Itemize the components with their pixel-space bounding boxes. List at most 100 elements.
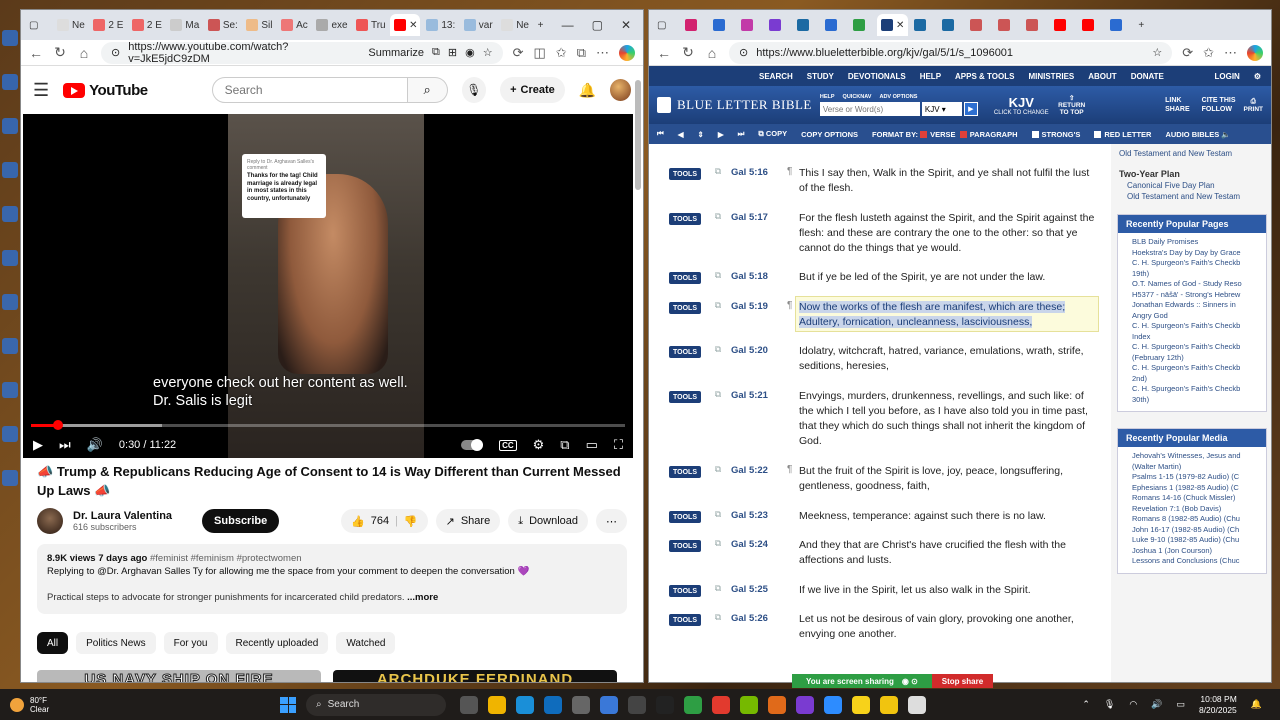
- sidebar-link[interactable]: C. H. Spurgeon's Faith's Checkb: [1132, 258, 1260, 269]
- chip-watched[interactable]: Watched: [336, 632, 396, 654]
- capcut-icon[interactable]: [656, 695, 674, 714]
- verse-ref[interactable]: Gal 5:19: [731, 301, 781, 330]
- sidebar-link[interactable]: John 16-17 (1982-85 Audio) (Ch: [1132, 525, 1260, 536]
- tab-r5[interactable]: [793, 14, 819, 36]
- miniplayer-icon[interactable]: ⧉: [560, 437, 569, 453]
- create-button[interactable]: + Create: [500, 77, 565, 103]
- favorites-icon-right[interactable]: ✩: [1203, 45, 1214, 61]
- edge-icon[interactable]: [516, 695, 534, 714]
- url-text[interactable]: https://www.youtube.com/watch?v=JkE5jdC9…: [128, 41, 352, 65]
- tab-r14[interactable]: [1050, 14, 1076, 36]
- copy-verse-icon[interactable]: ⧉: [711, 583, 725, 598]
- theater-mode-icon[interactable]: ▭: [586, 437, 598, 453]
- subscribe-button[interactable]: Subscribe: [202, 509, 280, 533]
- file-explorer-icon[interactable]: [488, 695, 506, 714]
- sidebar-link[interactable]: Luke 9-10 (1982-85 Audio) (Chu: [1132, 535, 1260, 546]
- blb-logo[interactable]: BLUE LETTER BIBLE: [657, 97, 812, 113]
- autoplay-toggle[interactable]: [461, 439, 484, 451]
- next-chapter-icon[interactable]: ▶: [718, 130, 724, 139]
- url-text-right[interactable]: https://www.blueletterbible.org/kjv/gal/…: [756, 47, 1013, 59]
- tab-actions-icon[interactable]: ▢: [25, 14, 51, 36]
- sidebar-link[interactable]: C. H. Spurgeon's Faith's Checkb: [1132, 363, 1260, 374]
- volume-tray-icon[interactable]: 🔊: [1151, 699, 1162, 710]
- tab-13[interactable]: Ne: [497, 14, 531, 36]
- sidebar-link[interactable]: BLB Daily Promises: [1132, 237, 1260, 248]
- tools-button[interactable]: TOOLS: [669, 346, 701, 358]
- youtube-logo[interactable]: YouTube: [63, 82, 148, 99]
- tools-button[interactable]: TOOLS: [669, 213, 701, 225]
- tools-button[interactable]: TOOLS: [669, 272, 701, 284]
- github-icon[interactable]: [628, 695, 646, 714]
- tools-button[interactable]: TOOLS: [669, 614, 701, 626]
- tab-r9[interactable]: [910, 14, 936, 36]
- tools-button[interactable]: TOOLS: [669, 540, 701, 552]
- notepad-icon[interactable]: [908, 695, 926, 714]
- login-link[interactable]: LOGIN: [1214, 72, 1239, 81]
- copy-verse-icon[interactable]: ⧉: [711, 612, 725, 642]
- plan-link[interactable]: Old Testament and New Testam: [1119, 191, 1265, 202]
- hashtags[interactable]: #feminist #feminism #protectwomen: [150, 553, 302, 564]
- sidebar-link[interactable]: Joshua 1 (Jon Courson): [1132, 546, 1260, 557]
- last-chapter-icon[interactable]: ⏭: [738, 129, 745, 139]
- app-purple-icon[interactable]: [796, 695, 814, 714]
- sidebar-link[interactable]: Ephesians 1 (1982-85 Audio) (C: [1132, 483, 1260, 494]
- return-to-top-button[interactable]: ⇧ RETURN TO TOP: [1057, 94, 1087, 116]
- sidebar-link[interactable]: Lessons and Conclusions (Chuc: [1132, 556, 1260, 567]
- captions-icon[interactable]: CC: [499, 439, 517, 451]
- sidebar-link[interactable]: H5377 - nāšā' - Strong's Hebrew: [1132, 290, 1260, 301]
- camera-icon[interactable]: [572, 695, 590, 714]
- desktop-icons[interactable]: [0, 30, 20, 514]
- tab-8[interactable]: exe: [312, 14, 350, 36]
- sidebar-link[interactable]: Romans 8 (1982-85 Audio) (Chu: [1132, 514, 1260, 525]
- tools-button[interactable]: TOOLS: [669, 391, 701, 403]
- search-input[interactable]: [211, 77, 408, 103]
- sidebar-link[interactable]: 30th): [1132, 395, 1260, 406]
- play-icon[interactable]: ▶: [33, 437, 43, 453]
- print-button[interactable]: ⎙ PRINT: [1244, 98, 1264, 113]
- microphone-tray-icon[interactable]: 🎙: [1104, 699, 1115, 710]
- tools-button[interactable]: TOOLS: [669, 168, 701, 180]
- copy-verse-icon[interactable]: ⧉: [711, 211, 725, 256]
- next-icon[interactable]: ⏭: [59, 437, 71, 453]
- sidebar-link[interactable]: C. H. Spurgeon's Faith's Checkb: [1132, 384, 1260, 395]
- thumbs-up-icon[interactable]: 👍: [351, 515, 365, 528]
- close-window-icon[interactable]: ✕: [621, 18, 631, 32]
- sidebar-link[interactable]: (Walter Martin): [1132, 462, 1260, 473]
- share-button[interactable]: ↗ Share: [435, 509, 501, 533]
- menu-dots-icon-right[interactable]: ⋯: [1224, 45, 1237, 61]
- sticky-notes-icon[interactable]: [852, 695, 870, 714]
- page-scrollbar[interactable]: [635, 80, 641, 190]
- tab-r1[interactable]: [681, 14, 707, 36]
- tab-r6[interactable]: [821, 14, 847, 36]
- tab-7[interactable]: Ac: [277, 14, 310, 36]
- weather-widget[interactable]: 80°F Clear: [0, 696, 280, 714]
- plan-link[interactable]: Canonical Five Day Plan: [1119, 180, 1265, 191]
- nav-about[interactable]: ABOUT: [1088, 72, 1116, 81]
- settings-gear-icon[interactable]: ⚙: [533, 437, 545, 453]
- tab-9[interactable]: Tru: [352, 14, 388, 36]
- sidebar-link[interactable]: Revelation 7:1 (Bob Davis): [1132, 504, 1260, 515]
- verse-search-input[interactable]: [819, 102, 920, 116]
- download-button[interactable]: ⤓ Download: [508, 509, 588, 533]
- more-actions-icon[interactable]: ⋯: [596, 509, 627, 533]
- wifi-icon[interactable]: ◠: [1129, 699, 1137, 710]
- collections-icon[interactable]: ⧉: [577, 45, 586, 61]
- app-yellow-icon[interactable]: [880, 695, 898, 714]
- nav-devotionals[interactable]: DEVOTIONALS: [848, 72, 906, 81]
- translate-icon[interactable]: ⧉: [432, 46, 440, 59]
- verse-ref[interactable]: Gal 5:23: [731, 510, 781, 524]
- tab-r12[interactable]: [994, 14, 1020, 36]
- verse-text[interactable]: Now the works of the flesh are manifest,…: [799, 300, 1099, 330]
- sidebar-link[interactable]: C. H. Spurgeon's Faith's Checkb: [1132, 321, 1260, 332]
- chip-politics-news[interactable]: Politics News: [76, 632, 156, 654]
- verse-ref[interactable]: Gal 5:24: [731, 539, 781, 568]
- copy-verse-icon[interactable]: ⧉: [711, 300, 725, 330]
- sidebar-link[interactable]: (February 12th): [1132, 353, 1260, 364]
- favorite-star-icon-right[interactable]: ☆: [1152, 46, 1162, 59]
- tab-4[interactable]: Ma: [166, 14, 201, 36]
- copy-button[interactable]: ⧉ COPY: [758, 129, 787, 139]
- sidebar-link[interactable]: Angry God: [1132, 311, 1260, 322]
- version-indicator[interactable]: KJV CLICK TO CHANGE: [994, 95, 1049, 116]
- share-controls-icon[interactable]: ◉ ⊙: [902, 677, 918, 686]
- tracking-icon[interactable]: ◉: [465, 46, 475, 59]
